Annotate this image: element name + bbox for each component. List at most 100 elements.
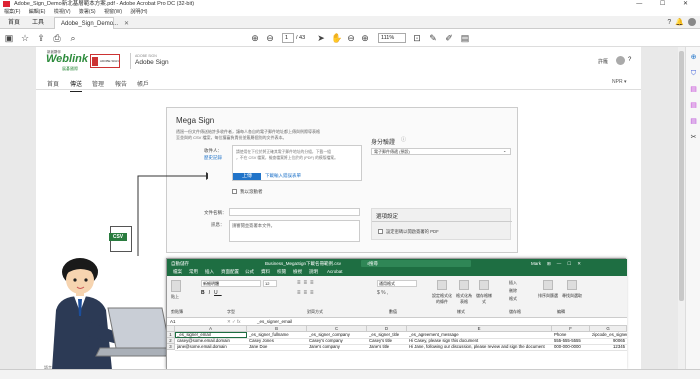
npr-menu[interactable]: NPR ▾ [612,79,626,85]
draw-icon[interactable]: ✐ [444,33,454,43]
excel-search[interactable]: 搜尋 [361,260,471,267]
protect-icon[interactable]: ⛉ [689,69,698,78]
password-checkbox[interactable] [378,229,383,234]
comment-icon[interactable]: ✎ [428,33,438,43]
align-buttons-2[interactable]: ≡≡≡ [297,290,317,296]
excel-window-controls[interactable]: ⊞—☐✕ [547,259,587,268]
select-cursor-icon[interactable]: ➤ [316,33,326,43]
sort-filter-icon[interactable] [543,280,553,290]
menu-help[interactable]: 說明(H) [130,9,147,15]
tools-icon[interactable]: ✂ [689,133,698,142]
number-buttons[interactable]: $ % , [377,290,388,296]
xl-menu-insert[interactable]: 插入 [205,268,214,276]
search-icon[interactable]: ⌕ [68,33,78,43]
info-icon[interactable]: ⓘ [401,136,406,143]
xl-menu-review[interactable]: 校閱 [277,268,286,276]
menu-sign[interactable]: 簽署(S) [79,9,96,15]
find-select-icon[interactable] [567,280,577,290]
xl-menu-layout[interactable]: 頁面配置 [221,268,239,276]
cell-style-icon[interactable] [479,280,489,290]
prev-page-icon[interactable]: ⊕ [250,33,260,43]
menu-edit[interactable]: 編輯(E) [29,9,46,15]
help-icon[interactable]: ? [628,57,631,63]
delete-cells[interactable]: 刪除 [509,288,517,294]
format-cells[interactable]: 格式 [509,296,517,302]
table-cell[interactable]: 000-000-0000 [554,344,590,350]
xl-menu-file[interactable]: 檔案 [173,268,182,276]
help-bell-icons[interactable]: ?🔔 [667,17,696,28]
message-input[interactable]: 請審閱並簽署本文件。 [229,220,360,242]
user-name[interactable]: 許雁 [598,58,608,65]
zoom-in-icon[interactable]: ⊕ [360,33,370,43]
font-name-select[interactable]: 新細明體 [201,280,261,287]
nav-account[interactable]: 帳戶 [137,79,149,88]
doc-name-input[interactable] [229,208,360,216]
menu-file[interactable]: 檔案(F) [4,9,20,15]
insert-cells[interactable]: 插入 [509,280,517,286]
formula-input[interactable]: _es_signer_email [257,318,292,326]
cells-group: 儲存格 [509,309,521,314]
font-size-select[interactable]: 12 [263,280,277,287]
window-controls[interactable]: — ☐ ✕ [636,0,696,8]
edit-pdf-icon[interactable]: ▤ [689,117,698,126]
paste-icon[interactable] [171,280,181,292]
print-icon[interactable]: ⎙ [52,33,62,43]
table-cell[interactable]: Jane's company [309,344,367,350]
nav-manage[interactable]: 管理 [92,79,104,88]
avatar[interactable] [616,56,625,65]
next-page-icon[interactable]: ⊖ [265,33,275,43]
xl-menu-data[interactable]: 資料 [261,268,270,276]
hand-icon[interactable]: ✋ [331,33,342,43]
table-cell[interactable]: Jane's title [369,344,407,350]
export-pdf-icon[interactable]: ▤ [689,85,698,94]
format-table-icon[interactable] [459,280,469,290]
create-pdf-icon[interactable]: ▤ [689,101,698,110]
star-icon[interactable]: ☆ [20,33,30,43]
sign-nav: 首頁 傳送 管理 報告 帳戶 NPR ▾ [36,74,641,92]
excel-ribbon: 貼上 剪貼簿 新細明體 12 BIU 字型 ≡≡≡ ≡≡≡ 對齊方式 通用格式 … [167,276,627,318]
table-cell[interactable]: Jane Doe [249,344,307,350]
table-cell[interactable]: jane@some.email.domain [177,344,247,350]
tab-tools[interactable]: 工具 [26,17,50,29]
highlight-icon[interactable]: ▤ [460,33,470,43]
excel-user[interactable]: Mark [531,259,541,268]
nav-home[interactable]: 首頁 [47,79,59,88]
menu-view[interactable]: 檢視(V) [54,9,71,15]
zoom-tool-icon[interactable]: ⊕ [689,53,698,62]
align-buttons[interactable]: ≡≡≡ [297,280,317,286]
nav-send[interactable]: 傳送 [70,79,83,92]
table-cell[interactable]: 12345 [592,344,625,350]
zoom-select[interactable]: 111% [378,33,406,43]
tab-document[interactable]: Adobe_Sign_Demo... ✕ [54,17,129,29]
name-box[interactable]: A1 [170,318,176,326]
upload-icon[interactable]: ⇪ [36,33,46,43]
close-icon[interactable]: ✕ [124,21,129,27]
tab-bar: 首頁 工具 Adobe_Sign_Demo... ✕ ?🔔 [0,16,700,29]
download-template-link[interactable]: 下載輸入錯誤表單 [265,173,301,179]
nav-reports[interactable]: 報告 [115,79,127,88]
xl-menu-help[interactable]: 說明 [309,268,318,276]
vertical-scrollbar[interactable] [678,47,685,369]
scroll-thumb[interactable] [679,51,684,301]
window-title: Adobe_Sign_Demo新北基層範本方案.pdf - Adobe Acro… [14,1,195,7]
font-style-buttons[interactable]: BIU [201,290,222,296]
zoom-out-icon[interactable]: ⊖ [346,33,356,43]
xl-menu-formulas[interactable]: 公式 [245,268,254,276]
cond-format-icon[interactable] [437,280,447,290]
page-number-input[interactable]: 1 [282,33,294,43]
tab-home[interactable]: 首頁 [2,17,26,29]
menu-window[interactable]: 視窗(W) [104,9,122,15]
row-header-3[interactable]: 3 [167,344,175,350]
fit-page-icon[interactable]: ⊡ [412,33,422,43]
number-format-select[interactable]: 通用格式 [377,280,417,287]
history-link[interactable]: 歷史記錄 [204,155,222,161]
xl-menu-view[interactable]: 檢視 [293,268,302,276]
verify-select[interactable]: 電子郵件傳遞 (預設) [371,148,511,155]
upload-button[interactable]: 上傳 [233,173,261,180]
signer-checkbox[interactable] [232,189,237,194]
table-cell[interactable]: Hi Jane, following our discussion, pleas… [409,344,552,350]
save-icon[interactable]: ▣ [4,33,14,43]
xl-menu-acrobat[interactable]: Acrobat [327,268,343,276]
autosave-label[interactable]: 自動儲存 [171,259,189,268]
recipients-hint-1: 請使用在下位於將正確其電子郵件地址的分組，下載一組 [236,150,331,154]
